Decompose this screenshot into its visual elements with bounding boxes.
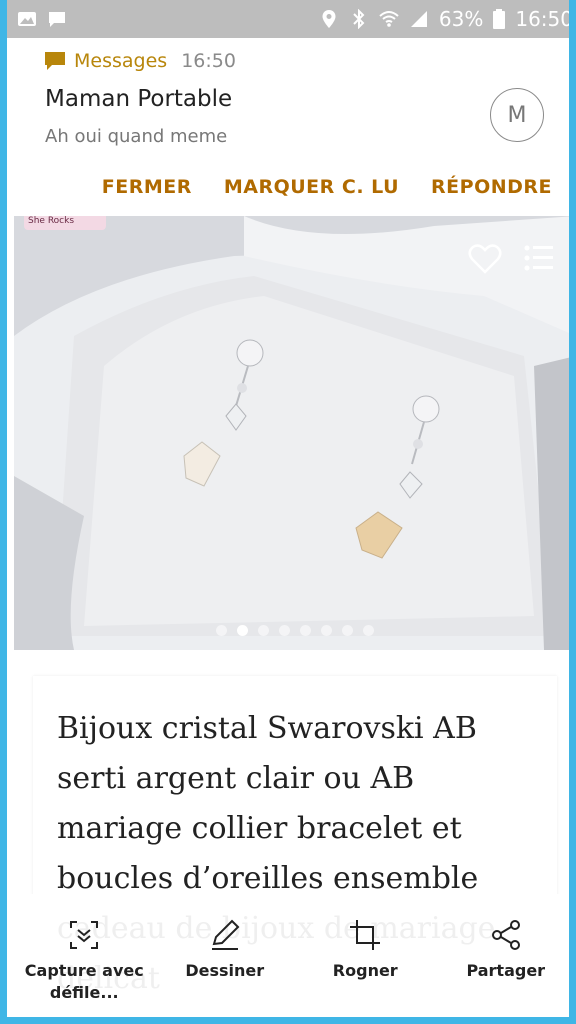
crop-icon <box>350 920 381 950</box>
draw-label: Dessiner <box>185 961 265 980</box>
close-action-button[interactable]: FERMER <box>102 176 192 198</box>
pen-icon <box>211 919 240 950</box>
heart-icon[interactable] <box>468 244 502 274</box>
carousel-dot[interactable] <box>363 625 374 636</box>
carousel-dot[interactable] <box>237 625 248 636</box>
crop-label: Rogner <box>332 961 398 980</box>
battery-percent: 63% <box>438 7 484 31</box>
product-image[interactable]: She Rocks <box>14 216 569 650</box>
message-icon <box>49 12 65 27</box>
notification-time: 16:50 <box>181 50 236 72</box>
battery-icon <box>493 9 506 29</box>
app-name: Messages <box>74 50 168 72</box>
wifi-icon <box>379 11 399 27</box>
scroll-capture-button[interactable]: Capture avec défile... <box>19 918 149 1004</box>
sender-name: Maman Portable <box>45 86 233 112</box>
carousel-dot[interactable] <box>321 625 332 636</box>
carousel-dot[interactable] <box>258 625 269 636</box>
chat-bubble-icon <box>45 52 65 70</box>
carousel-dot[interactable] <box>342 625 353 636</box>
carousel-dot[interactable] <box>300 625 311 636</box>
location-icon <box>322 10 336 28</box>
share-button[interactable]: Partager <box>441 918 569 982</box>
notification-actions: FERMER MARQUER C. LU RÉPONDRE <box>102 176 552 198</box>
image-toolbar <box>468 244 554 274</box>
scroll-capture-icon <box>70 921 99 949</box>
carousel-dot[interactable] <box>279 625 290 636</box>
signal-icon <box>410 11 427 27</box>
avatar[interactable]: M <box>490 88 544 142</box>
store-badge: She Rocks <box>24 216 106 230</box>
draw-button[interactable]: Dessiner <box>160 918 290 982</box>
scroll-capture-label: Capture avec défile... <box>24 961 144 1002</box>
share-label: Partager <box>466 961 546 980</box>
reply-action-button[interactable]: RÉPONDRE <box>431 176 552 198</box>
earrings-photo <box>14 216 569 650</box>
status-bar: 63% 16:50 <box>7 0 573 38</box>
mark-read-action-button[interactable]: MARQUER C. LU <box>224 176 399 198</box>
message-notification[interactable]: Messages 16:50 Maman Portable Ah oui qua… <box>14 38 569 216</box>
crop-button[interactable]: Rogner <box>300 918 430 982</box>
bluetooth-icon <box>353 9 365 29</box>
carousel-dot[interactable] <box>216 625 227 636</box>
notification-header: Messages 16:50 <box>44 50 236 72</box>
share-icon <box>491 920 520 950</box>
clock: 16:50 <box>515 7 573 31</box>
message-preview: Ah oui quand meme <box>45 126 228 147</box>
image-icon <box>18 12 36 26</box>
list-icon[interactable] <box>524 244 554 272</box>
screenshot-toolbar: Capture avec défile... Dessiner Rogner P… <box>14 894 569 1017</box>
carousel-dots <box>14 625 569 636</box>
screen-frame: 63% 16:50 Messages 16:50 Maman Portable … <box>0 0 576 1024</box>
